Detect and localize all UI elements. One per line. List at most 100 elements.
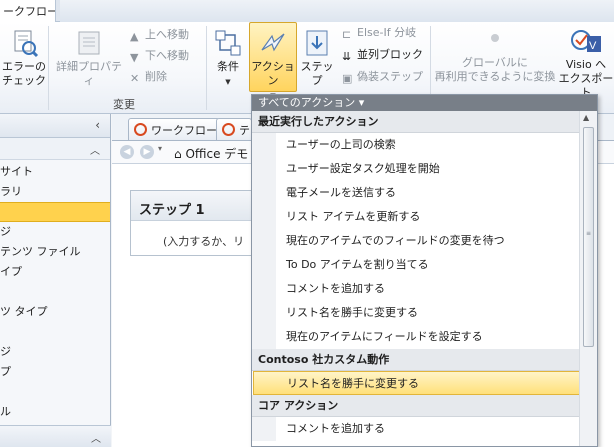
back-icon[interactable]: ◀ [120, 145, 134, 159]
nav-item[interactable] [0, 322, 110, 342]
navigation-pane: ‹ ︿ サイト ラリ ジ テンツ ファイル イプ ツ タイプ ジ プ ル ︿ [0, 114, 111, 447]
error-check-label-2: チェック [2, 74, 46, 87]
action-item[interactable]: 現在のアイテムでのフィールドの変更を待つ [252, 229, 580, 253]
all-actions-filter[interactable]: すべてのアクション ▾ [252, 95, 597, 111]
collapse-left-icon[interactable]: ‹ [95, 118, 100, 132]
svg-text:V: V [589, 40, 597, 52]
nav-item[interactable] [0, 282, 110, 302]
chevron-down-icon: ▼ [225, 78, 231, 86]
step-label: ステップ [300, 60, 334, 87]
breadcrumb[interactable]: ⌂ Office デモ [174, 145, 248, 162]
title-tab-strip: ークフロー [0, 0, 614, 22]
impersonation-icon: ▣ [342, 72, 353, 85]
forward-icon[interactable]: ▶ [140, 145, 154, 159]
error-check-button[interactable]: エラーの チェック [2, 28, 46, 88]
section-recent-actions: 最近実行したアクション [252, 111, 580, 133]
arrow-up-icon: ▲ [130, 30, 139, 43]
parallel-block-label: 並列ブロック [357, 48, 423, 61]
chevron-up-icon[interactable]: ︿ [91, 430, 101, 445]
chevron-up-icon[interactable]: ︿ [90, 142, 100, 157]
nav-item[interactable]: ル [0, 402, 110, 422]
move-up-label: 上へ移動 [145, 28, 189, 41]
home-icon: ⌂ [174, 147, 182, 161]
error-check-icon [14, 30, 39, 58]
delete-icon: ✕ [130, 72, 140, 85]
action-item[interactable]: ユーザーの上司の検索 [252, 133, 580, 157]
advanced-properties-button[interactable]: 詳細プロパティ [52, 28, 126, 88]
actions-dropdown: すべてのアクション ▾ 最近実行したアクション ユーザーの上司の検索 ユーザー設… [251, 94, 598, 447]
scroll-up-icon[interactable]: ▲ [583, 113, 589, 122]
action-button[interactable]: アクション ▼ [249, 28, 297, 103]
nav-item[interactable]: ジ [0, 222, 110, 242]
workflow-icon [134, 123, 147, 136]
group-label-modify: 変更 [113, 98, 135, 111]
tab-strip-background [60, 0, 614, 22]
condition-button[interactable]: 条件 ▼ [210, 28, 246, 89]
step-button[interactable]: ステップ [298, 28, 336, 88]
nav-item-selected[interactable] [0, 202, 110, 222]
else-if-branch-button[interactable]: ⊏ Else-If 分岐 [342, 26, 417, 41]
workflow-icon [222, 123, 235, 136]
visio-icon: V [571, 30, 601, 52]
tab-workflow[interactable]: ークフロー [0, 0, 56, 22]
action-item[interactable]: リスト名を勝手に変更する [252, 301, 580, 325]
section-core-actions: コア アクション [252, 395, 580, 417]
ribbon-separator [48, 26, 49, 110]
move-down-label: 下へ移動 [145, 49, 189, 62]
branch-icon: ⊏ [342, 28, 352, 41]
nav-item[interactable]: ツ タイプ [0, 302, 110, 322]
nav-item[interactable] [0, 382, 110, 402]
move-up-button[interactable]: ▲ 上へ移動 [130, 28, 189, 43]
action-label: アクション [251, 60, 295, 87]
parallel-block-button[interactable]: ⇊ 並列ブロック [342, 48, 423, 63]
chevron-down-icon[interactable]: ▾ [158, 144, 162, 153]
nav-item[interactable]: ラリ [0, 182, 110, 202]
ribbon-separator [206, 26, 207, 110]
action-item[interactable]: ユーザー設定タスク処理を開始 [252, 157, 580, 181]
nav-item[interactable]: テンツ ファイル [0, 242, 110, 262]
action-item[interactable]: コメントを追加する [252, 277, 580, 301]
else-if-label: Else-If 分岐 [357, 26, 417, 39]
action-item[interactable]: 電子メールを送信する [252, 181, 580, 205]
global-reuse-label-1: グローバルに [462, 56, 528, 69]
navigation-pane-header: ‹ [0, 114, 110, 138]
navigation-pane-footer: ︿ [0, 425, 111, 447]
nav-item[interactable]: イプ [0, 262, 110, 282]
action-item[interactable]: 現在のアイテムにフィールドを設定する [252, 325, 580, 349]
global-reuse-button[interactable]: グローバルに 再利用できるように変換 [434, 34, 556, 84]
tab-workflow-document[interactable]: ワークフロー [128, 118, 220, 140]
visio-export-button[interactable]: V Visio へ エクスポート [558, 26, 614, 100]
nav-item[interactable]: プ [0, 362, 110, 382]
globe-icon [491, 34, 499, 42]
step-icon [306, 30, 328, 56]
nav-item[interactable]: ジ [0, 342, 110, 362]
nav-item[interactable]: サイト [0, 162, 110, 182]
action-item[interactable]: リスト アイテムを更新する [252, 205, 580, 229]
error-check-label-1: エラーの [2, 60, 46, 73]
navigation-list: サイト ラリ ジ テンツ ファイル イプ ツ タイプ ジ プ ル [0, 160, 110, 422]
lightning-icon [261, 33, 285, 52]
impersonation-step-label: 偽装ステップ [357, 70, 423, 83]
section-custom-actions: Contoso 社カスタム動作 [252, 349, 580, 371]
move-down-button[interactable]: ▼ 下へ移動 [130, 49, 189, 64]
action-item[interactable]: To Do アイテムを割り当てる [252, 253, 580, 277]
arrow-down-icon: ▼ [130, 51, 139, 64]
delete-label: 削除 [145, 70, 167, 83]
condition-icon [215, 30, 241, 56]
site-objects-header: ︿ [0, 138, 110, 160]
actions-list: 最近実行したアクション ユーザーの上司の検索 ユーザー設定タスク処理を開始 電子… [252, 111, 580, 446]
action-item-highlighted[interactable]: リスト名を勝手に変更する [253, 371, 580, 395]
tab-workflow-label: ワークフロー [151, 124, 217, 137]
impersonation-step-button[interactable]: ▣ 偽装ステップ [342, 70, 423, 85]
scrollbar-thumb[interactable]: ≡ [583, 127, 594, 347]
global-reuse-label-2: 再利用できるように変換 [434, 70, 556, 83]
visio-label-1: Visio へ [565, 58, 607, 71]
scrollbar-grip-icon: ≡ [586, 230, 592, 237]
advanced-properties-label: 詳細プロパティ [56, 60, 122, 87]
condition-label: 条件 [217, 60, 239, 73]
tab-second-document[interactable]: テ [216, 118, 252, 140]
dropdown-scrollbar[interactable]: ▲ ≡ [579, 111, 597, 446]
action-item[interactable]: コメントを追加する [252, 417, 580, 441]
tab-second-label: テ [239, 124, 250, 137]
delete-button[interactable]: ✕ 削除 [130, 70, 167, 85]
